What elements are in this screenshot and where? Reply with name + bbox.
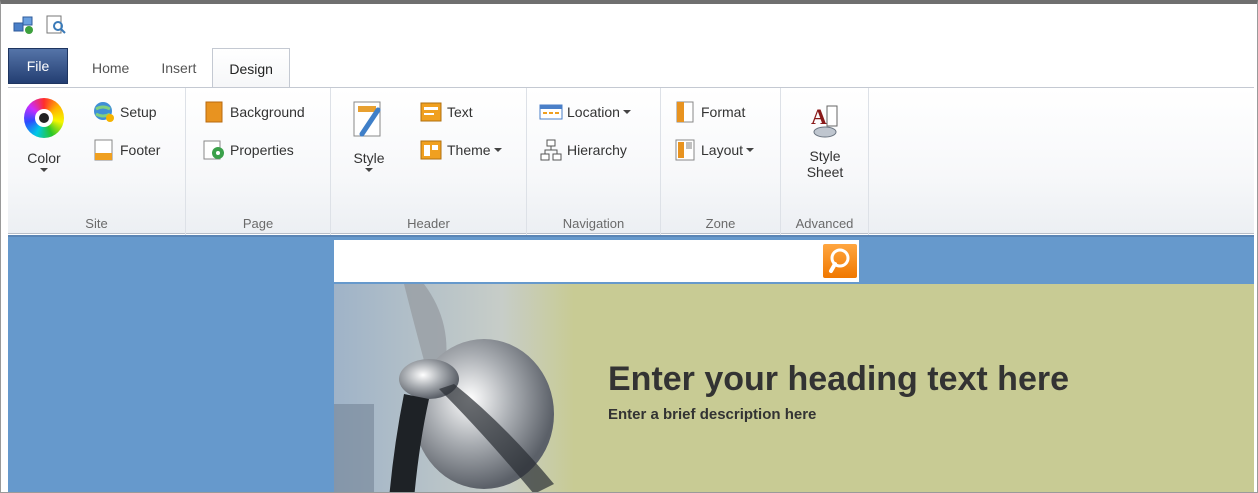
search-input[interactable] [334,240,859,282]
hierarchy-button[interactable]: Hierarchy [539,138,627,162]
text-label: Text [447,104,473,120]
format-label: Format [701,104,746,120]
group-zone: Format Layout Zone [661,88,781,235]
network-settings-icon[interactable] [13,14,35,36]
setup-label: Setup [120,104,157,120]
style-sheet-icon: A [805,100,845,140]
style-sheet-label-line1: Style [809,148,841,164]
footer-label: Footer [120,142,161,158]
tab-home[interactable]: Home [76,48,145,88]
setup-button[interactable]: Setup [92,100,157,124]
properties-icon [202,138,226,162]
group-label-advanced: Advanced [795,216,854,231]
text-icon [419,100,443,124]
chevron-down-icon [40,168,48,172]
quick-access-toolbar [13,14,67,38]
tab-file[interactable]: File [8,48,68,84]
footer-button[interactable]: Footer [92,138,160,162]
properties-label: Properties [230,142,294,158]
group-label-site: Site [85,216,108,231]
format-icon [673,100,697,124]
location-label: Location [567,104,620,120]
group-label-header: Header [407,216,450,231]
color-button[interactable]: Color [18,98,70,172]
chevron-down-icon [746,148,755,152]
style-sheet-label-line2: Sheet [806,164,844,180]
group-label-page: Page [242,216,274,231]
background-label: Background [230,104,305,120]
group-header: Style Text Theme Header [331,88,527,235]
tab-design[interactable]: Design [212,48,290,89]
style-sheet-button[interactable]: A Style Sheet [797,100,853,180]
theme-label: Theme [447,142,491,158]
group-navigation: Location Hierarchy Navigation [527,88,661,235]
location-icon [539,100,563,124]
group-advanced: A Style Sheet Advanced [781,88,869,235]
chevron-down-icon [622,110,631,114]
chevron-down-icon [365,168,373,172]
layout-button[interactable]: Layout [673,138,755,162]
group-label-zone: Zone [705,216,736,231]
search-button[interactable] [823,244,857,278]
background-icon [202,100,226,124]
search-icon [829,248,850,273]
propeller-image [334,284,574,492]
location-button[interactable]: Location [539,100,631,124]
style-label: Style [353,150,385,166]
format-button[interactable]: Format [673,100,745,124]
layout-label: Layout [701,142,744,158]
color-wheel-icon [24,98,64,138]
hierarchy-label: Hierarchy [567,142,627,158]
header-banner: Enter your heading text here Enter a bri… [334,284,1254,492]
style-button[interactable]: Style [347,100,391,172]
ribbon-tabs: File Home Insert Design [8,48,1254,89]
theme-icon [419,138,443,162]
hierarchy-icon [539,138,563,162]
group-site: Color Setup Footer Site [8,88,186,235]
app-window: File Home Insert Design Color Setup Foot… [0,0,1258,493]
footer-icon [92,138,116,162]
svg-text:A: A [811,104,827,129]
properties-button[interactable]: Properties [202,138,294,162]
page-description[interactable]: Enter a brief description here [608,406,816,423]
chevron-down-icon [493,148,502,152]
page-heading[interactable]: Enter your heading text here [608,360,1069,399]
preview-icon[interactable] [45,14,67,36]
text-button[interactable]: Text [419,100,473,124]
tab-insert[interactable]: Insert [145,48,212,88]
theme-button[interactable]: Theme [419,138,502,162]
page-canvas: Enter your heading text here Enter a bri… [8,235,1254,492]
group-page: Background Properties Page [186,88,331,235]
layout-icon [673,138,697,162]
color-label: Color [27,150,61,166]
group-label-navigation: Navigation [562,216,625,231]
ribbon: Color Setup Footer Site Background Prope… [8,87,1254,235]
globe-settings-icon [92,100,116,124]
background-button[interactable]: Background [202,100,305,124]
style-brush-icon [352,100,386,140]
